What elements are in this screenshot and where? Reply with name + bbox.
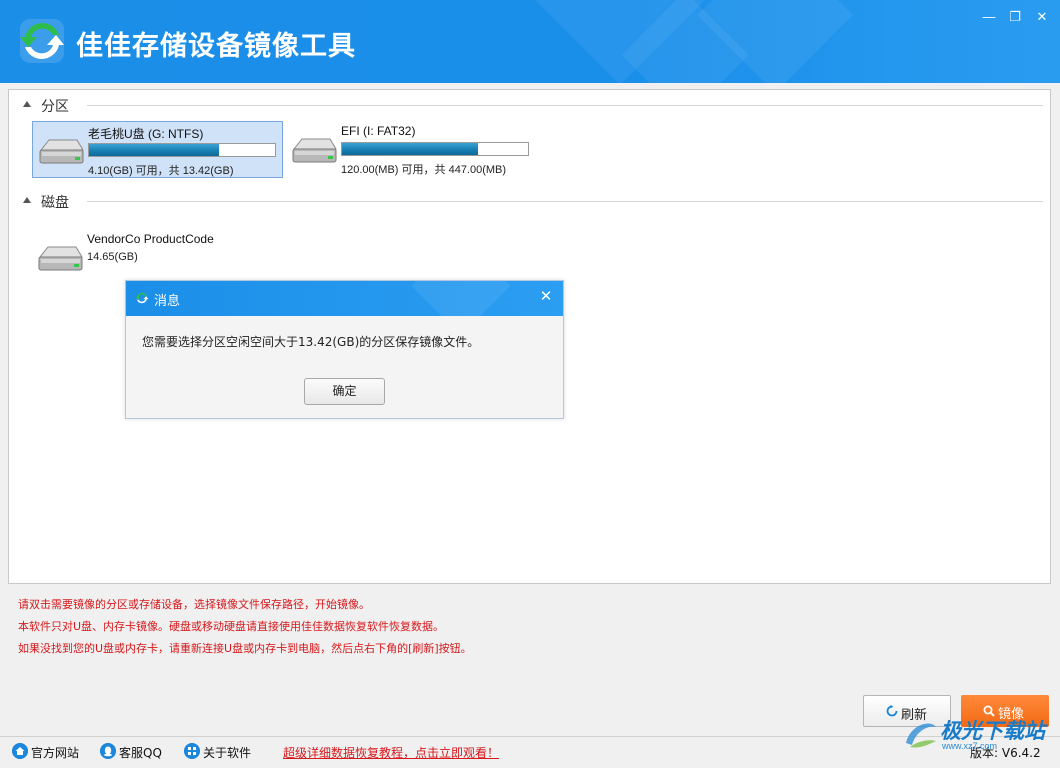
footer-link-label: 关于软件: [203, 746, 252, 760]
hint-line: 请双击需要镜像的分区或存储设备，选择镜像文件保存路径，开始镜像。: [18, 598, 370, 611]
disk-group-header[interactable]: 磁盘: [23, 192, 1043, 211]
drive-icon: [38, 246, 83, 271]
dialog-logo-icon: [135, 292, 149, 304]
dialog-message: 您需要选择分区空闲空间大于13.42(GB)的分区保存镜像文件。: [142, 335, 480, 349]
usage-fill: [89, 144, 220, 156]
partition-group-title: 分区: [41, 99, 69, 115]
watermark-logo-icon: [906, 723, 936, 748]
partition-item[interactable]: 老毛桃U盘 (G: NTFS) 4.10(GB) 可用，共 13.42(GB): [32, 121, 283, 178]
maximize-button[interactable]: ❐: [1003, 7, 1027, 27]
dialog-close-icon[interactable]: ✕: [538, 288, 554, 306]
partition-usage-bar: [341, 142, 529, 156]
ok-button[interactable]: 确定: [304, 378, 385, 405]
footer-link-label: 客服QQ: [119, 746, 162, 760]
divider: [87, 201, 1043, 202]
message-dialog: 消息 ✕ 您需要选择分区空闲空间大于13.42(GB)的分区保存镜像文件。 确定: [125, 280, 564, 419]
qq-icon: [100, 743, 116, 759]
disk-group-title: 磁盘: [41, 195, 69, 211]
partition-name: 老毛桃U盘 (G: NTFS): [88, 127, 204, 141]
refresh-icon: [886, 705, 898, 717]
info-icon: [184, 743, 200, 759]
watermark-url: www.xz7.com: [942, 741, 998, 751]
minimize-button[interactable]: —: [977, 7, 1001, 27]
drive-icon: [39, 139, 84, 164]
collapse-triangle-icon[interactable]: [23, 101, 31, 107]
disk-name: VendorCo ProductCode: [87, 232, 214, 246]
partition-group-header[interactable]: 分区: [23, 96, 1043, 115]
partition-space-info: 4.10(GB) 可用，共 13.42(GB): [88, 165, 234, 177]
partition-name: EFI (I: FAT32): [341, 124, 416, 138]
divider: [87, 105, 1043, 106]
dialog-title: 消息: [154, 294, 181, 309]
disk-size: 14.65(GB): [87, 251, 138, 263]
footer-link-label: 官方网站: [31, 746, 80, 760]
hint-line: 如果没找到您的U盘或内存卡，请重新连接U盘或内存卡到电脑，然后点右下角的[刷新]…: [18, 642, 472, 655]
drive-icon: [292, 138, 337, 163]
site-watermark: 极光下载站 www.xz7.com: [898, 713, 1060, 768]
dialog-header[interactable]: 消息 ✕: [126, 281, 563, 316]
disk-item[interactable]: VendorCo ProductCode 14.65(GB): [32, 229, 272, 286]
header-decoration: [411, 281, 511, 316]
partition-item[interactable]: EFI (I: FAT32) 120.00(MB) 可用，共 447.00(MB…: [286, 121, 546, 178]
tutorial-promo-link[interactable]: 超级详细数据恢复教程，点击立即观看！: [283, 744, 499, 761]
close-button[interactable]: ✕: [1030, 7, 1054, 27]
collapse-triangle-icon[interactable]: [23, 197, 31, 203]
home-icon: [12, 743, 28, 759]
title-bar: 佳佳存储设备镜像工具 — ❐ ✕: [0, 0, 1060, 83]
app-logo-icon: [20, 19, 64, 63]
partition-usage-bar: [88, 143, 276, 157]
partition-space-info: 120.00(MB) 可用，共 447.00(MB): [341, 164, 507, 176]
hint-line: 本软件只对U盘、内存卡镜像。硬盘或移动硬盘请直接使用佳佳数据恢复软件恢复数据。: [18, 620, 445, 633]
usage-fill: [342, 143, 478, 155]
app-title: 佳佳存储设备镜像工具: [76, 31, 356, 62]
